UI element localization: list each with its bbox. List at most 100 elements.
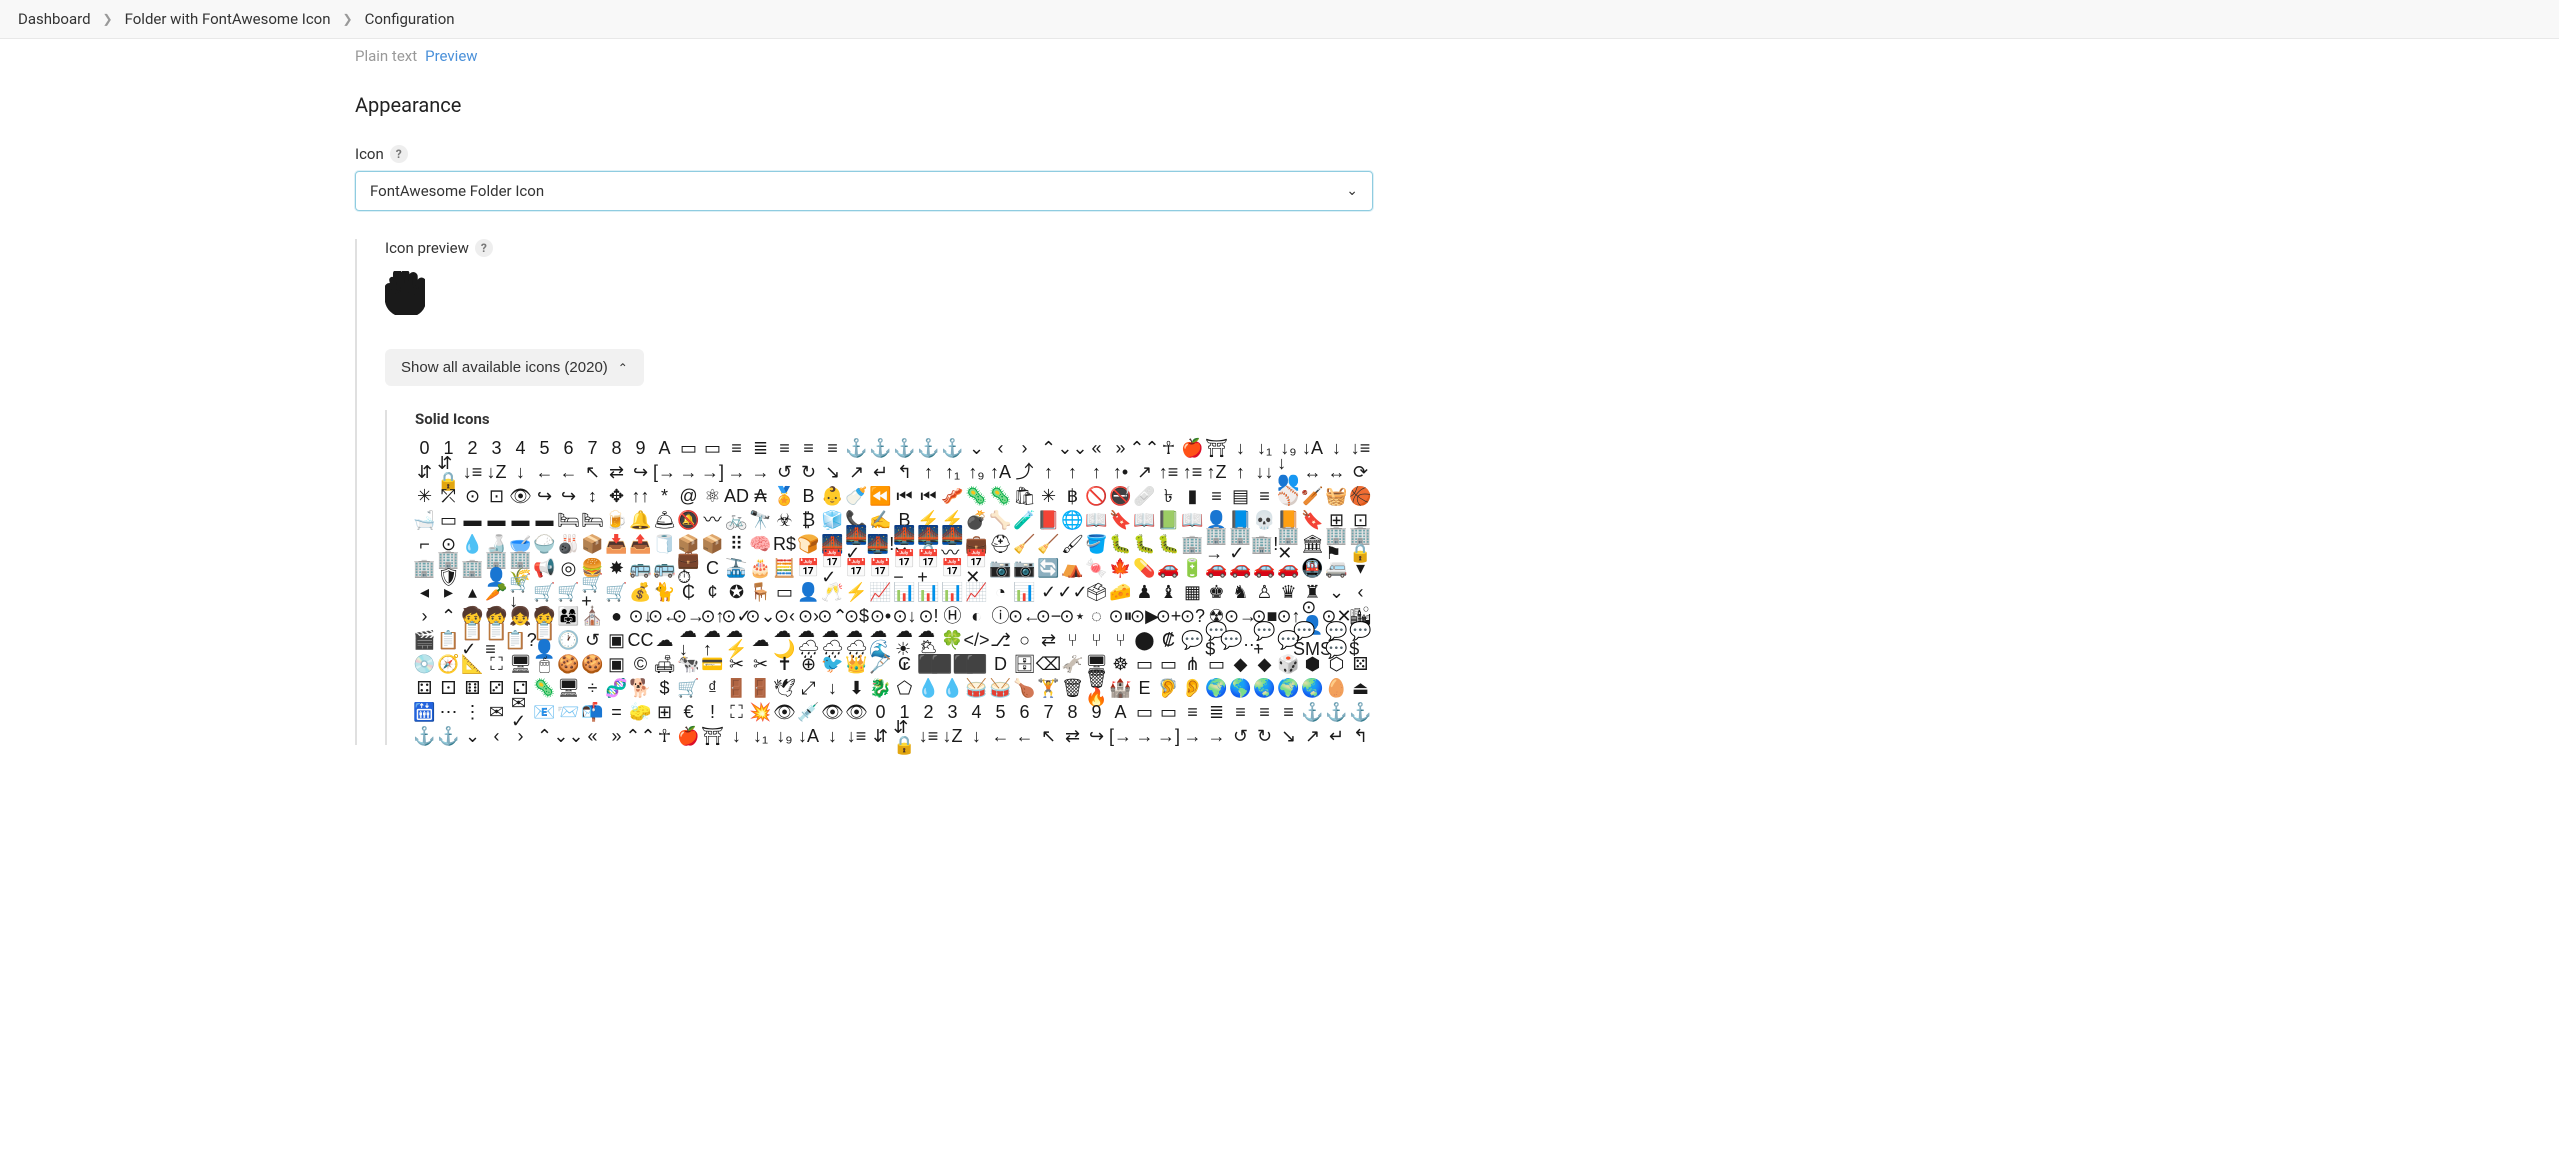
icon-binoculars[interactable]: 🛎 bbox=[655, 510, 674, 529]
icon-circle-plus[interactable]: ⊙⋆ bbox=[1063, 606, 1082, 625]
icon-chalkboard-user[interactable]: ¢ bbox=[703, 582, 722, 601]
icon-idx-476[interactable]: ≡ bbox=[1279, 702, 1298, 721]
icon-dice-one[interactable]: ⬢ bbox=[1303, 654, 1322, 673]
icon-boxes-packing[interactable]: 📦 bbox=[583, 534, 602, 553]
icon-angles-right[interactable]: « bbox=[1087, 438, 1106, 457]
icon-chart-area[interactable]: ▭ bbox=[775, 582, 794, 601]
icon-car-on[interactable]: 💊 bbox=[1135, 558, 1154, 577]
icon-arrows-down-to-line[interactable]: ↑≡ bbox=[1159, 462, 1178, 481]
breadcrumb-item-folder[interactable]: Folder with FontAwesome Icon bbox=[125, 10, 331, 28]
icon-idx-513[interactable]: → bbox=[1207, 726, 1226, 745]
icon-dong-sign[interactable]: 🧬 bbox=[607, 678, 626, 697]
icon-idx-499[interactable]: ⇵ bbox=[871, 726, 890, 745]
icon-battery-full[interactable]: 🧺 bbox=[1327, 486, 1346, 505]
icon-comments-dollar[interactable]: 💬+ bbox=[1255, 630, 1274, 649]
icon-border-none[interactable]: 💀 bbox=[1255, 510, 1274, 529]
icon-idx-496[interactable]: ↓A bbox=[799, 726, 818, 745]
icon-idx-515[interactable]: ↻ bbox=[1255, 726, 1274, 745]
icon-door-open[interactable]: $ bbox=[655, 678, 674, 697]
icon-arrow-down-up-across-line[interactable]: ↓≡ bbox=[1351, 438, 1370, 457]
icon-anchor-lock[interactable]: ⚓ bbox=[919, 438, 938, 457]
icon-arrow-right-arrow-left[interactable]: ↖ bbox=[583, 462, 602, 481]
icon-idx-490[interactable]: ☥ bbox=[655, 726, 674, 745]
icon-brain[interactable]: 🧻 bbox=[655, 534, 674, 553]
icon-check[interactable]: 📊 bbox=[943, 582, 962, 601]
icon-address-card[interactable]: ▭ bbox=[679, 438, 698, 457]
icon-angle-left[interactable]: ⌄ bbox=[967, 438, 986, 457]
icon-book-quran[interactable]: 📖 bbox=[1135, 510, 1154, 529]
icon-address-book[interactable]: ▭ bbox=[703, 438, 722, 457]
icon-divide[interactable]: ⚂ bbox=[487, 678, 506, 697]
icon-dolly[interactable]: ÷ bbox=[583, 678, 602, 697]
icon-chess-king[interactable]: 🧀 bbox=[1111, 582, 1130, 601]
icon-comment[interactable]: ⑂ bbox=[1087, 630, 1106, 649]
icon-arrow-trend-up[interactable]: ↺ bbox=[775, 462, 794, 481]
icon-e[interactable]: 🏋 bbox=[1039, 678, 1058, 697]
icon-bacteria[interactable]: ⏪ bbox=[871, 486, 890, 505]
icon-idx-485[interactable]: ⌃ bbox=[535, 726, 554, 745]
icon-dice-five[interactable]: ◆ bbox=[1255, 654, 1274, 673]
icon-crosshairs[interactable]: 💳 bbox=[703, 654, 722, 673]
icon-arrow-turn-up[interactable]: ↘ bbox=[823, 462, 842, 481]
icon-arrow-right-to-bracket[interactable]: [→ bbox=[655, 462, 674, 481]
icon-cloud-rain[interactable]: ☁⚡ bbox=[727, 630, 746, 649]
icon-cross[interactable]: 🐄 bbox=[679, 654, 698, 673]
icon-comment-dots[interactable]: ⬤ bbox=[1135, 630, 1154, 649]
icon-car-battery[interactable]: 🍬 bbox=[1087, 558, 1106, 577]
icon-draw-polygon[interactable]: ⤢ bbox=[799, 678, 818, 697]
icon-cloud-showers-water[interactable]: ☁🌙 bbox=[775, 630, 794, 649]
icon-dharmachakra[interactable]: 🗄 bbox=[1015, 654, 1034, 673]
icon-idx-519[interactable]: ↰ bbox=[1351, 726, 1370, 745]
icon-caret-up[interactable]: 🚐 bbox=[1327, 558, 1346, 577]
icon-arrow-left[interactable]: ↓Z bbox=[487, 462, 506, 481]
icon-credit-card[interactable]: ▣ bbox=[607, 654, 626, 673]
icon-braille[interactable]: 📤 bbox=[631, 534, 650, 553]
icon-diagram-predecessor[interactable]: 🫏 bbox=[1063, 654, 1082, 673]
icon-arrows-down-to-people[interactable]: ↑≡ bbox=[1183, 462, 1202, 481]
icon-comment-medical[interactable]: ₡ bbox=[1159, 630, 1178, 649]
icon-arrow-up-a-z[interactable]: ↑ bbox=[919, 462, 938, 481]
icon-circle-arrow-left[interactable]: 👨‍👩‍👧 bbox=[559, 606, 578, 625]
icon-circle-right[interactable]: ⊙▶ bbox=[1135, 606, 1154, 625]
icon-calendar[interactable]: C bbox=[703, 558, 722, 577]
icon-drum-steelpan[interactable]: ⬠ bbox=[895, 678, 914, 697]
icon-calendar-check[interactable]: 🚠 bbox=[727, 558, 746, 577]
icon-cubes-stacked[interactable]: 🩼 bbox=[871, 654, 890, 673]
icon-arrows-to-dot[interactable]: ⟳ bbox=[1351, 462, 1370, 481]
icon-arrow-up-right-dots[interactable]: ↑ bbox=[1039, 462, 1058, 481]
icon-caret-down[interactable]: 🚗 bbox=[1255, 558, 1274, 577]
icon-chevron-right[interactable]: ♛ bbox=[1279, 582, 1298, 601]
icon-dumpster[interactable]: 🥁 bbox=[967, 678, 986, 697]
icon-clock-rotate-left[interactable]: 📋≡ bbox=[487, 630, 506, 649]
icon-angles-left[interactable]: ⌄⌄ bbox=[1063, 438, 1082, 457]
icon-cloud-sun-rain[interactable]: ☁🌧 bbox=[823, 630, 842, 649]
icon-idx-508[interactable]: ↪ bbox=[1087, 726, 1106, 745]
tab-preview[interactable]: Preview bbox=[425, 47, 477, 65]
icon-building-circle-check[interactable]: 🐛 bbox=[1135, 534, 1154, 553]
icon-car[interactable]: ⛺ bbox=[1063, 558, 1082, 577]
icon-circle-nodes[interactable]: ◐ bbox=[967, 606, 986, 625]
icon-barcode[interactable]: 🚫 bbox=[1087, 486, 1106, 505]
icon-bold[interactable]: ₿ bbox=[799, 510, 818, 529]
icon-computer-mouse[interactable]: 🧭 bbox=[439, 654, 458, 673]
icon-earth-asia[interactable]: 🦻 bbox=[1159, 678, 1178, 697]
icon-eye-low-vision[interactable]: ⛶ bbox=[727, 702, 746, 721]
icon-idx-493[interactable]: ↓ bbox=[727, 726, 746, 745]
icon-5[interactable]: 5 bbox=[535, 438, 554, 457]
icon-building-circle-xmark[interactable]: 🏢 bbox=[1183, 534, 1202, 553]
icon-cow[interactable]: 🍪 bbox=[583, 654, 602, 673]
icon-biohazard[interactable]: 🔕 bbox=[679, 510, 698, 529]
icon-explosion[interactable]: ⊞ bbox=[655, 702, 674, 721]
icon-idx-468[interactable]: 9 bbox=[1087, 702, 1106, 721]
icon-elevator[interactable]: 🌍 bbox=[1279, 678, 1298, 697]
icon-chart-bar[interactable]: 👤 bbox=[799, 582, 818, 601]
icon-austral-sign[interactable]: * bbox=[655, 486, 674, 505]
icon-clover[interactable]: ☁🌧 bbox=[847, 630, 866, 649]
icon-bell[interactable]: ▬ bbox=[535, 510, 554, 529]
icon-align-left[interactable]: ≡ bbox=[775, 438, 794, 457]
icon-display[interactable]: ⚅ bbox=[463, 678, 482, 697]
icon-angle-right[interactable]: ‹ bbox=[991, 438, 1010, 457]
icon-bell-concierge[interactable]: 🛏 bbox=[559, 510, 578, 529]
icon-idx-473[interactable]: ≣ bbox=[1207, 702, 1226, 721]
icon-book-journal-whills[interactable]: 📕 bbox=[1039, 510, 1058, 529]
